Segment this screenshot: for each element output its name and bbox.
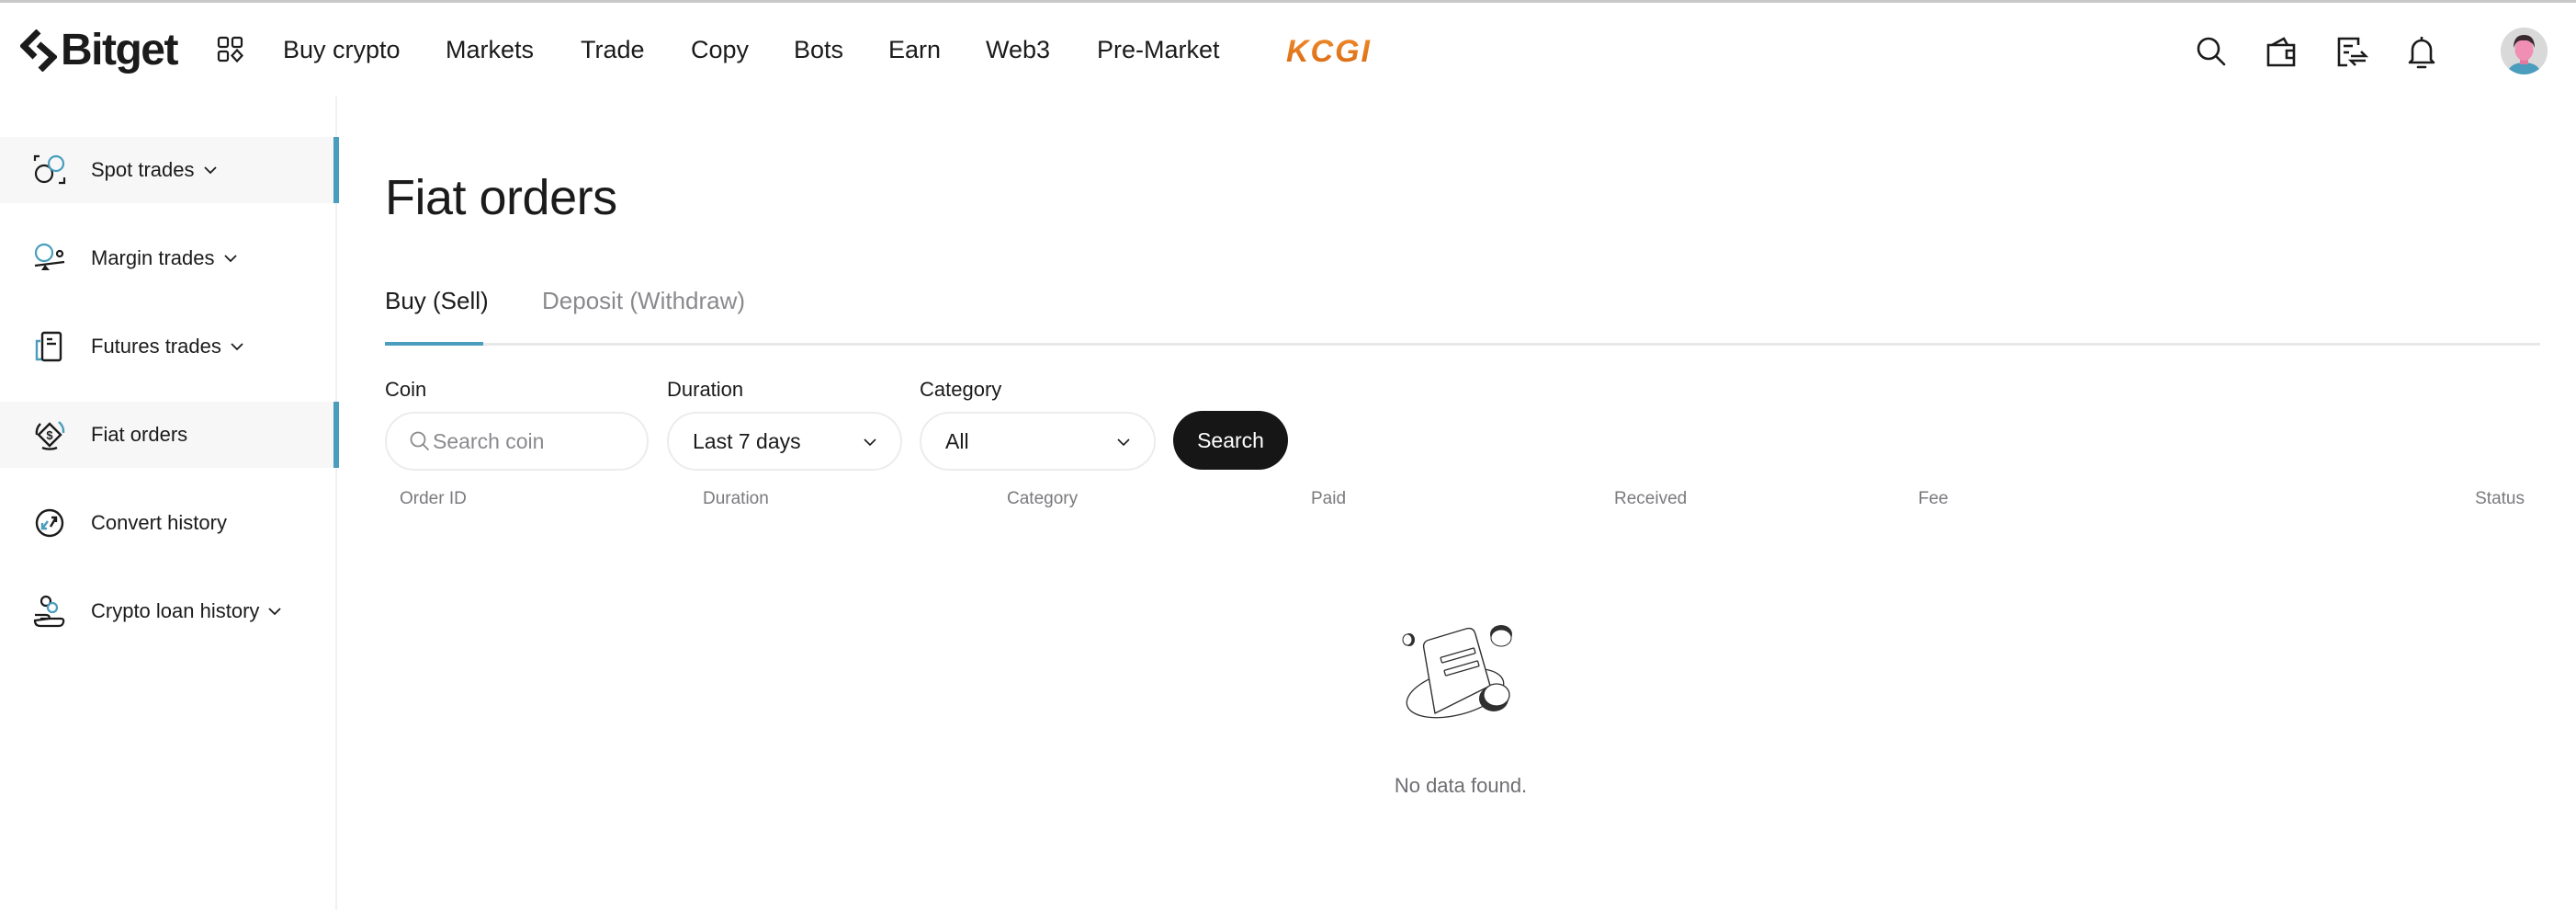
nav-markets[interactable]: Markets [446,34,534,65]
sidebar-item-crypto-loan-history[interactable]: Crypto loan history [0,578,337,644]
tab-deposit-withdraw[interactable]: Deposit (Withdraw) [542,287,745,315]
sidebar-item-label: Margin trades [91,246,239,270]
fiat-orders-icon: $ [35,421,65,450]
chevron-down-icon [268,608,282,616]
nav-trade[interactable]: Trade [581,34,645,65]
category-select[interactable]: All [920,412,1156,471]
coin-search-placeholder: Search coin [433,428,545,453]
margin-trades-icon [34,243,65,270]
search-icon [410,431,429,450]
sidebar-item-label: Futures trades [91,335,245,358]
notification-bell-icon[interactable] [2404,34,2439,69]
duration-label: Duration [667,378,744,401]
sidebar-item-margin-trades[interactable]: Margin trades [0,225,337,291]
tab-buy-sell[interactable]: Buy (Sell) [385,287,489,315]
column-header-fee: Fee [1918,489,1949,508]
crypto-loan-icon [33,595,65,628]
svg-text:$: $ [46,428,53,442]
futures-trades-icon [35,331,62,362]
sidebar-item-label: Spot trades [91,158,219,182]
sidebar-item-fiat-orders[interactable]: $ Fiat orders [0,402,339,468]
wallet-icon[interactable] [2264,34,2299,69]
nav-buy-crypto[interactable]: Buy crypto [283,34,401,65]
sidebar: Spot trades Margin trades Futures trades [0,97,339,910]
sidebar-item-label: Crypto loan history [91,599,283,623]
orders-icon[interactable] [2334,34,2369,69]
nav-pre-market[interactable]: Pre-Market [1097,34,1220,65]
page-title: Fiat orders [385,170,617,225]
nav-earn[interactable]: Earn [888,34,941,65]
coin-search-input[interactable]: Search coin [385,412,649,471]
category-value: All [945,428,969,453]
sidebar-item-futures-trades[interactable]: Futures trades [0,313,337,380]
bitget-logo-icon [20,29,57,72]
column-header-duration: Duration [703,489,769,508]
sidebar-item-label: Convert history [91,511,227,534]
search-button[interactable]: Search [1173,411,1288,470]
spot-trades-icon [33,154,66,185]
chevron-down-icon [231,343,243,351]
search-icon[interactable] [2194,34,2229,69]
sidebar-item-label: Fiat orders [91,423,188,446]
column-header-received: Received [1614,489,1688,508]
svg-text:KCGI: KCGI [1286,34,1372,67]
column-header-category: Category [1007,489,1079,508]
chevron-down-icon [1117,438,1130,447]
kcgi-promo-logo[interactable]: KCGI [1284,34,1404,67]
bitget-logo[interactable]: Bitget [20,25,178,76]
empty-state-message: No data found. [1394,774,1528,797]
brand-name: Bitget [61,26,178,74]
nav-copy[interactable]: Copy [691,34,749,65]
order-type-tabs: Buy (Sell) Deposit (Withdraw) [385,283,2540,346]
nav-bots[interactable]: Bots [794,34,843,65]
chevron-down-icon [203,166,217,175]
apps-grid-icon[interactable] [217,36,244,63]
top-header: Bitget Buy crypto Markets Trade Copy Bot… [0,3,2576,97]
user-avatar[interactable] [2501,28,2548,74]
empty-state-illustration-icon [1402,625,1512,719]
duration-value: Last 7 days [693,428,801,453]
chevron-down-icon [864,438,876,447]
nav-web3[interactable]: Web3 [986,34,1050,65]
avatar-icon [2501,28,2548,74]
sidebar-item-convert-history[interactable]: Convert history [0,490,337,556]
sidebar-item-spot-trades[interactable]: Spot trades [0,137,339,203]
active-tab-indicator [385,342,483,346]
duration-select[interactable]: Last 7 days [667,412,902,471]
chevron-down-icon [223,255,237,263]
column-header-paid: Paid [1311,489,1347,508]
category-label: Category [920,378,1002,401]
column-header-order-id: Order ID [400,489,467,508]
coin-label: Coin [385,378,427,401]
column-header-status: Status [2475,489,2525,508]
convert-history-icon [35,508,64,538]
